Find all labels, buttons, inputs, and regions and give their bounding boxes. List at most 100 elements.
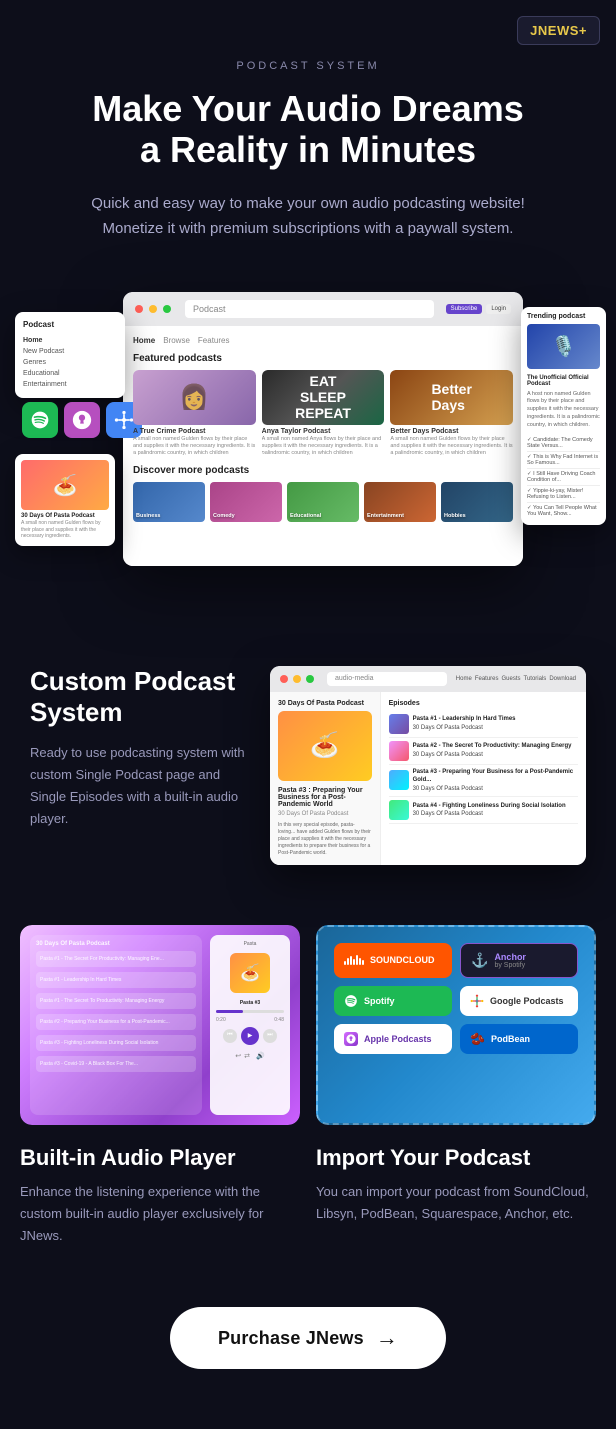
- purchase-button[interactable]: Purchase JNews →: [170, 1307, 446, 1369]
- player-ep-4: Pasta #2 - Preparing Your Business for a…: [36, 1014, 196, 1030]
- category-educational: Educational: [287, 482, 359, 522]
- purchase-section: Purchase JNews →: [0, 1287, 616, 1429]
- hero-section: PODCAST SYSTEM Make Your Audio Dreams a …: [0, 0, 616, 262]
- player-ep-5: Pasta #3 - Fighting Loneliness During So…: [36, 1035, 196, 1051]
- category-business: Business: [133, 482, 205, 522]
- am-dot-red: [280, 675, 288, 683]
- anchor-icon: ⚓: [471, 952, 488, 969]
- audio-media-browser: audio-media Home Features Guests Tutoria…: [270, 666, 586, 865]
- subscribe-btn: Subscribe: [446, 304, 483, 314]
- main-browser-mockup: Podcast Subscribe Login Home Browse Feat…: [123, 292, 523, 566]
- two-col-features: 30 Days Of Pasta Podcast Pasta #1 - The …: [0, 905, 616, 1287]
- am-ep-row-1: Pasta #1 - Leadership In Hard Times30 Da…: [389, 711, 578, 738]
- google-podcasts-name: Google Podcasts: [490, 996, 564, 1006]
- am-featured-ep-sub: 30 Days Of Pasta Podcast: [278, 811, 372, 817]
- player-controls: Pasta 🍝 Pasta #3 0:20 0:48 ⏮ ▶: [210, 935, 290, 1115]
- import-podcast-mockup: SOUNDCLOUD ⚓ Anchor by Spotify: [316, 925, 596, 1125]
- am-nav-download: Download: [549, 676, 576, 682]
- am-ep-info-2: Pasta #2 - The Secret To Productivity: M…: [413, 742, 572, 759]
- player-current-time: 0:20: [216, 1017, 226, 1023]
- small-card-desc: A small non named Gulden flows by their …: [21, 520, 109, 540]
- trending-item-1: ✓ Candidate: The Comedy State Versus...: [527, 435, 600, 452]
- podbean-name: PodBean: [491, 1034, 530, 1044]
- podbean-icon: 🫘: [470, 1032, 485, 1046]
- player-ep-6: Pasta #3 - Covid-19 - A Black Box For Th…: [36, 1056, 196, 1072]
- trending-item-2: ✓ This is Why Fad Internet is So Famous.…: [527, 452, 600, 469]
- apple-podcasts-icon: [64, 402, 100, 438]
- player-total-time: 0:48: [274, 1017, 284, 1023]
- soundcloud-badge: SOUNDCLOUD: [334, 943, 452, 978]
- am-ep-description: In this very special episode, pasta-lovi…: [278, 822, 372, 857]
- custom-podcast-text: Custom Podcast System Ready to use podca…: [30, 666, 250, 831]
- player-progress-bar[interactable]: [216, 1010, 284, 1013]
- player-ctrl-row: ⏮ ▶ ⏭: [223, 1027, 277, 1045]
- apple-podcasts-icon-svg: [344, 1032, 358, 1046]
- google-podcasts-badge: Google Podcasts: [460, 986, 578, 1016]
- custom-podcast-title-text: Custom Podcast System: [30, 666, 235, 727]
- am-ep-thumb-3: [389, 770, 409, 790]
- featured-label: Featured podcasts: [133, 353, 513, 364]
- anchor-name: Anchor: [494, 952, 526, 962]
- login-btn: Login: [486, 304, 511, 314]
- extra-controls: ↩ ⇄ 🔊: [235, 1052, 264, 1060]
- hero-title-line2: a Reality in Minutes: [140, 129, 476, 170]
- google-podcasts-icon-svg: [470, 994, 484, 1008]
- category-entertainment: Entertainment: [364, 482, 436, 522]
- trending-featured-title: The Unofficial Official Podcast: [527, 375, 600, 387]
- am-dot-yellow: [293, 675, 301, 683]
- am-episodes-list: Episodes Pasta #1 - Leadership In Hard T…: [381, 692, 586, 865]
- card-img-2: EATSLEEPREPEAT: [262, 370, 385, 425]
- player-list-label: 30 Days Of Pasta Podcast: [36, 941, 196, 947]
- mockup-content-area: Home Browse Features Featured podcasts 👩…: [123, 326, 523, 566]
- small-card-image: 🍝: [21, 460, 109, 510]
- am-browser-bar: audio-media Home Features Guests Tutoria…: [270, 666, 586, 692]
- am-nav-home: Home: [456, 676, 472, 682]
- prev-button[interactable]: ⏮: [223, 1029, 237, 1043]
- app-icons-group: [22, 402, 142, 438]
- mockup-nav: Home Browse Features: [133, 336, 513, 345]
- am-podcast-card-img: 🍝: [278, 711, 372, 781]
- spotify-name: Spotify: [364, 996, 395, 1006]
- trending-sidebar: Trending podcast 🎙️ The Unofficial Offic…: [521, 307, 606, 525]
- play-button[interactable]: ▶: [241, 1027, 259, 1045]
- custom-podcast-section: Custom Podcast System Ready to use podca…: [0, 626, 616, 905]
- audio-player-mockup: 30 Days Of Pasta Podcast Pasta #1 - The …: [20, 925, 300, 1125]
- am-dot-green: [306, 675, 314, 683]
- am-ep-row-4: Pasta #4 - Fighting Loneliness During So…: [389, 797, 578, 824]
- next-button[interactable]: ⏭: [263, 1029, 277, 1043]
- apple-podcasts-name: Apple Podcasts: [364, 1034, 432, 1044]
- browser-url-text: Podcast: [193, 304, 226, 314]
- soundcloud-name: SOUNDCLOUD: [370, 955, 435, 965]
- am-episodes-label: Episodes: [389, 700, 578, 707]
- custom-podcast-desc: Ready to use podcasting system with cust…: [30, 742, 250, 830]
- player-progress-fill: [216, 1010, 243, 1013]
- sidebar-new-podcast: New Podcast: [23, 346, 117, 357]
- spotify-badge: Spotify: [334, 986, 452, 1016]
- am-ep-info-1: Pasta #1 - Leadership In Hard Times30 Da…: [413, 715, 516, 732]
- anchor-sub: by Spotify: [494, 962, 526, 969]
- import-podcast-feature: SOUNDCLOUD ⚓ Anchor by Spotify: [316, 925, 596, 1247]
- trending-featured-img: 🎙️: [527, 324, 600, 369]
- small-podcast-card: 🍝 30 Days Of Pasta Podcast A small non n…: [15, 454, 115, 546]
- import-grid: SOUNDCLOUD ⚓ Anchor by Spotify: [334, 943, 578, 1054]
- browser-url-bar: Podcast: [185, 300, 434, 318]
- browser-dot-red: [135, 305, 143, 313]
- player-title: Pasta #3: [240, 1000, 260, 1006]
- shuffle-icon: ⇄: [244, 1052, 250, 1060]
- am-ep-row-3: Pasta #3 - Preparing Your Business for a…: [389, 765, 578, 797]
- card-title-2: Anya Taylor Podcast: [262, 428, 385, 435]
- spotify-icon-svg: [344, 994, 358, 1008]
- audio-player-feature: 30 Days Of Pasta Podcast Pasta #1 - The …: [20, 925, 300, 1247]
- small-card-title: 30 Days Of Pasta Podcast: [21, 513, 109, 519]
- import-podcast-title: Import Your Podcast: [316, 1145, 596, 1171]
- am-ep-info-4: Pasta #4 - Fighting Loneliness During So…: [413, 802, 566, 819]
- volume-icon: 🔊: [256, 1052, 265, 1060]
- sidebar-home: Home: [23, 335, 117, 346]
- featured-card-3: BetterDays Better Days Podcast A small n…: [390, 370, 513, 457]
- spotify-icon: [22, 402, 58, 438]
- discover-categories-row: Business Comedy Educational Entertainmen…: [133, 482, 513, 522]
- soundcloud-icon: [344, 955, 364, 965]
- am-ep-info-3: Pasta #3 - Preparing Your Business for a…: [413, 768, 578, 793]
- apple-podcasts-badge: Apple Podcasts: [334, 1024, 452, 1054]
- am-content: 30 Days Of Pasta Podcast 🍝 Pasta #3 : Pr…: [270, 692, 586, 865]
